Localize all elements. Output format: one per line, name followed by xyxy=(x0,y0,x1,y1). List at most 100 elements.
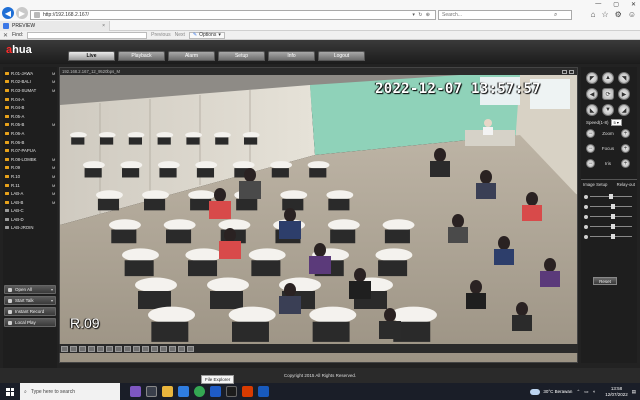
maximize-icon[interactable]: ▢ xyxy=(613,1,619,8)
ptz-up-left-button[interactable]: ◤ xyxy=(586,72,598,84)
video-tool-button[interactable] xyxy=(97,345,104,352)
taskbar-search[interactable]: ⌕ Type here to search xyxy=(20,383,120,400)
video-tool-button[interactable] xyxy=(79,345,86,352)
powerpoint-icon[interactable] xyxy=(242,386,253,397)
channel-item[interactable]: LAB-D xyxy=(3,215,57,224)
focus-plus-button[interactable]: + xyxy=(620,144,630,153)
slider-handle[interactable] xyxy=(608,194,613,199)
channel-item[interactable]: R.02-BALI M xyxy=(3,78,57,87)
notification-icon[interactable]: ▤ xyxy=(632,389,636,395)
slider-track[interactable] xyxy=(590,204,632,209)
ptz-up-right-button[interactable]: ◥ xyxy=(618,72,630,84)
slider-track[interactable] xyxy=(590,214,632,219)
tab-info[interactable]: Info xyxy=(268,51,315,61)
tray-arrow-icon[interactable]: ⌃ xyxy=(576,389,580,395)
star-icon[interactable]: ☆ xyxy=(601,10,608,19)
video-tool-button[interactable] xyxy=(187,345,194,352)
camera-feed[interactable]: 2022-12-07 13:57:57 R.09 xyxy=(60,75,577,362)
task-view-icon[interactable] xyxy=(146,386,157,397)
channel-item[interactable]: LAB-C xyxy=(3,207,57,216)
hue-slider[interactable] xyxy=(584,214,632,219)
channel-item[interactable]: R.08-LOMBK M xyxy=(3,155,57,164)
tab-playback[interactable]: Playback xyxy=(118,51,165,61)
find-previous-button[interactable]: Previous xyxy=(151,32,170,38)
channel-item[interactable]: R.03-SUMAT M xyxy=(3,86,57,95)
address-bar[interactable]: http://192.168.2.167/ ▾ ↻ ⊕ xyxy=(30,10,436,20)
slider-handle[interactable] xyxy=(611,214,615,219)
video-tool-button[interactable] xyxy=(115,345,122,352)
ptz-down-right-button[interactable]: ◢ xyxy=(618,104,630,116)
close-icon[interactable]: ✕ xyxy=(631,1,636,8)
video-tool-button[interactable] xyxy=(160,345,167,352)
find-options-button[interactable]: ✎ Options ▾ xyxy=(188,31,225,39)
forward-button[interactable]: ▶ xyxy=(16,7,28,19)
gamma-slider[interactable] xyxy=(584,234,632,239)
focus-minus-button[interactable]: − xyxy=(586,144,595,153)
zoom-out-button[interactable]: − xyxy=(586,129,595,138)
chevron-down-icon[interactable]: ▾ xyxy=(51,298,53,303)
tab-preview[interactable]: PREVIEW × xyxy=(0,21,110,31)
smiley-icon[interactable]: ☺ xyxy=(628,10,636,19)
tab-live[interactable]: Live xyxy=(68,51,115,61)
ptz-down-button[interactable]: ▼ xyxy=(602,104,614,116)
ptz-center-button[interactable]: ⟳ xyxy=(602,88,614,100)
iris-minus-button[interactable]: − xyxy=(586,159,595,168)
find-next-button[interactable]: Next xyxy=(175,32,185,38)
channel-item[interactable]: LAB-A M xyxy=(3,189,57,198)
channel-item[interactable]: R.10 M xyxy=(3,172,57,181)
video-tool-button[interactable] xyxy=(142,345,149,352)
video-tool-button[interactable] xyxy=(151,345,158,352)
tab-close-icon[interactable]: × xyxy=(102,23,105,29)
tab-setup[interactable]: Setup xyxy=(218,51,265,61)
weather-widget[interactable]: 30°C Berawan xyxy=(530,388,572,395)
app-icon[interactable] xyxy=(226,386,237,397)
tab-logout[interactable]: Logout xyxy=(318,51,365,61)
video-tool-button[interactable] xyxy=(61,345,68,352)
teams-icon[interactable] xyxy=(130,386,141,397)
channel-item[interactable]: R.06-B xyxy=(3,138,57,147)
minimize-icon[interactable]: — xyxy=(595,1,601,8)
volume-icon[interactable]: ◖ xyxy=(592,389,595,394)
video-tool-button[interactable] xyxy=(106,345,113,352)
slider-handle[interactable] xyxy=(611,224,615,229)
iris-plus-button[interactable]: + xyxy=(621,159,630,168)
channel-item[interactable]: LAB-JROIN xyxy=(3,224,57,233)
local-play-button[interactable]: Local Play xyxy=(4,318,56,327)
ptz-left-button[interactable]: ◀ xyxy=(586,88,598,100)
channel-item[interactable]: R.07-PAPUA xyxy=(3,146,57,155)
network-icon[interactable]: ▭ xyxy=(584,389,588,395)
clock[interactable]: 13:58 12/07/2022 xyxy=(605,386,628,398)
instant-record-button[interactable]: Instant Record xyxy=(4,307,56,316)
brightness-slider[interactable] xyxy=(584,194,632,199)
reset-button[interactable]: Reset xyxy=(593,277,617,285)
gear-icon[interactable]: ⚙ xyxy=(615,10,622,19)
slider-handle[interactable] xyxy=(611,234,615,239)
channel-item[interactable]: R.04-B xyxy=(3,103,57,112)
start-button[interactable] xyxy=(0,383,20,400)
browser-search[interactable]: ⌕ xyxy=(438,10,572,20)
file-explorer-icon[interactable] xyxy=(162,386,173,397)
channel-item[interactable]: R.09 M xyxy=(3,164,57,173)
video-tool-button[interactable] xyxy=(169,345,176,352)
url-text[interactable]: http://192.168.2.167/ xyxy=(43,12,412,18)
slider-track[interactable] xyxy=(590,224,632,229)
contrast-slider[interactable] xyxy=(584,204,632,209)
video-tool-button[interactable] xyxy=(133,345,140,352)
edge-icon[interactable] xyxy=(178,386,189,397)
channel-item[interactable]: R.06-A xyxy=(3,129,57,138)
channel-item[interactable]: R.04-A xyxy=(3,95,57,104)
start-talk-button[interactable]: Start Talk ▾ xyxy=(4,296,56,305)
open-all-button[interactable]: Open All ▾ xyxy=(4,285,56,294)
window-close-icon[interactable] xyxy=(569,69,574,74)
word-icon[interactable] xyxy=(258,386,269,397)
saturation-slider[interactable] xyxy=(584,224,632,229)
live-video-panel[interactable]: 192.168.2.167_12_9520bps_M 2022-12-07 13… xyxy=(59,67,578,363)
zoom-in-button[interactable]: + xyxy=(620,129,630,138)
back-button[interactable]: ◀ xyxy=(2,7,14,19)
tab-alarm[interactable]: Alarm xyxy=(168,51,215,61)
video-tool-button[interactable] xyxy=(88,345,95,352)
slider-track[interactable] xyxy=(590,234,632,239)
slider-track[interactable] xyxy=(590,194,632,199)
video-tool-button[interactable] xyxy=(70,345,77,352)
fullscreen-icon[interactable] xyxy=(562,69,567,74)
